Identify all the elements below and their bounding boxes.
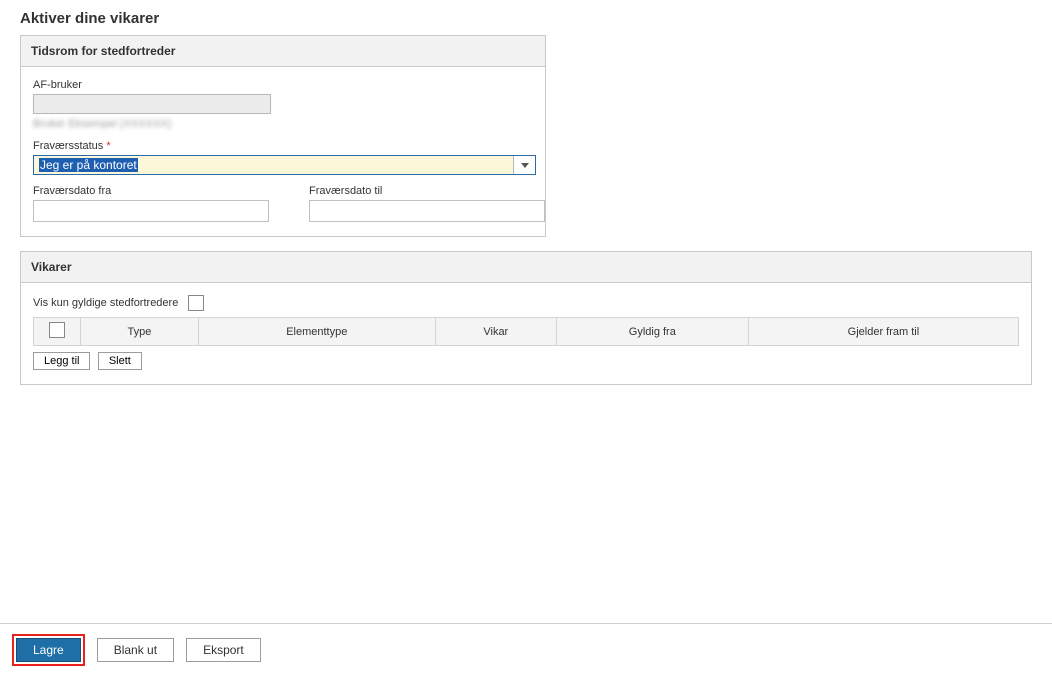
page-title: Aktiver dine vikarer <box>20 0 1032 35</box>
af-bruker-input[interactable] <box>33 94 271 114</box>
col-vikar[interactable]: Vikar <box>435 318 556 346</box>
fravaersdato-fra-label: Fraværsdato fra <box>33 185 269 197</box>
col-type[interactable]: Type <box>81 318 199 346</box>
eksport-button[interactable]: Eksport <box>186 638 261 662</box>
fravaersstatus-label: Fraværsstatus * <box>33 140 533 152</box>
col-gyldig-fra[interactable]: Gyldig fra <box>556 318 748 346</box>
af-bruker-label: AF-bruker <box>33 79 533 91</box>
panel-vikarer-title: Vikarer <box>21 252 1031 283</box>
fravaersstatus-value: Jeg er på kontoret <box>34 156 513 174</box>
col-elementtype[interactable]: Elementtype <box>198 318 435 346</box>
panel-tidsrom: Tidsrom for stedfortreder AF-bruker Bruk… <box>20 35 546 237</box>
fravaersstatus-dropdown-button[interactable] <box>513 156 535 174</box>
col-gjelder-til[interactable]: Gjelder fram til <box>748 318 1018 346</box>
lagre-highlight: Lagre <box>12 634 85 666</box>
fravaersstatus-combo[interactable]: Jeg er på kontoret <box>33 155 536 175</box>
vis-gyldige-checkbox[interactable] <box>188 295 204 311</box>
fravaersdato-til-label: Fraværsdato til <box>309 185 545 197</box>
lagre-button[interactable]: Lagre <box>16 638 81 662</box>
panel-vikarer: Vikarer Vis kun gyldige stedfortredere T… <box>20 251 1032 385</box>
vis-gyldige-label: Vis kun gyldige stedfortredere <box>33 297 178 309</box>
panel-tidsrom-title: Tidsrom for stedfortreder <box>21 36 545 67</box>
chevron-down-icon <box>521 163 529 168</box>
af-bruker-info: Bruker Eksempel (XXXXXX) <box>33 118 533 130</box>
vikarer-table: Type Elementtype Vikar Gyldig fra Gjelde… <box>33 317 1019 346</box>
legg-til-button[interactable]: Legg til <box>33 352 90 370</box>
footer-bar: Lagre Blank ut Eksport <box>0 623 1052 676</box>
blank-ut-button[interactable]: Blank ut <box>97 638 174 662</box>
fravaersdato-fra-input[interactable] <box>33 200 269 222</box>
fravaersdato-til-input[interactable] <box>309 200 545 222</box>
slett-button[interactable]: Slett <box>98 352 142 370</box>
select-all-checkbox[interactable] <box>49 322 65 338</box>
